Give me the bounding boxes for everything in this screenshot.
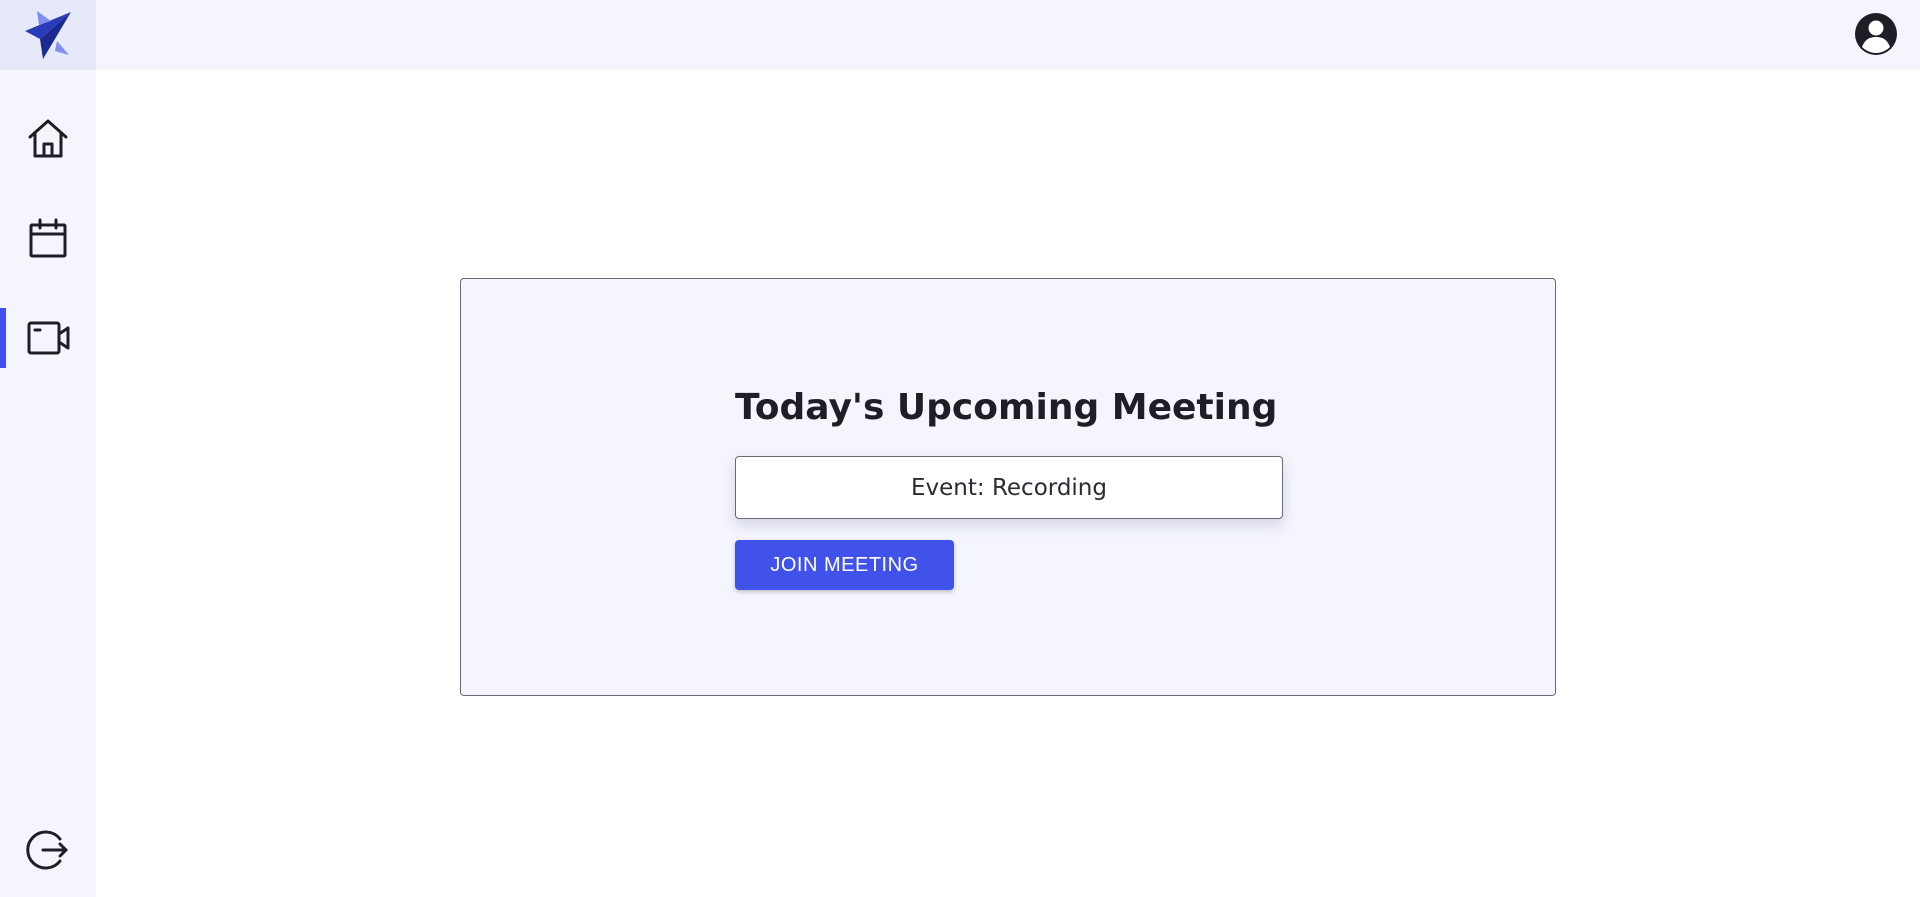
- sidebar-item-logout[interactable]: [0, 820, 96, 880]
- event-name-label: Event: Recording: [911, 474, 1107, 501]
- sidebar-item-calendar[interactable]: [0, 208, 96, 268]
- video-camera-icon: [27, 321, 70, 355]
- paper-plane-logo-icon: [25, 11, 71, 59]
- meeting-section-title: Today's Upcoming Meeting: [735, 387, 1278, 428]
- sidebar-item-home[interactable]: [0, 108, 96, 168]
- sidebar-item-meetings[interactable]: [0, 308, 96, 368]
- home-icon: [28, 119, 68, 158]
- app-logo[interactable]: [0, 0, 96, 70]
- upcoming-meeting-card: Today's Upcoming Meeting Event: Recordin…: [460, 278, 1556, 696]
- join-meeting-button[interactable]: JOIN MEETING: [735, 540, 954, 590]
- sidebar: [0, 0, 96, 897]
- top-bar: [96, 0, 1920, 70]
- user-account-icon: [1855, 13, 1897, 55]
- event-name-field: Event: Recording: [735, 456, 1283, 519]
- logout-icon: [26, 830, 68, 870]
- user-avatar-button[interactable]: [1854, 12, 1898, 56]
- calendar-icon: [29, 218, 67, 258]
